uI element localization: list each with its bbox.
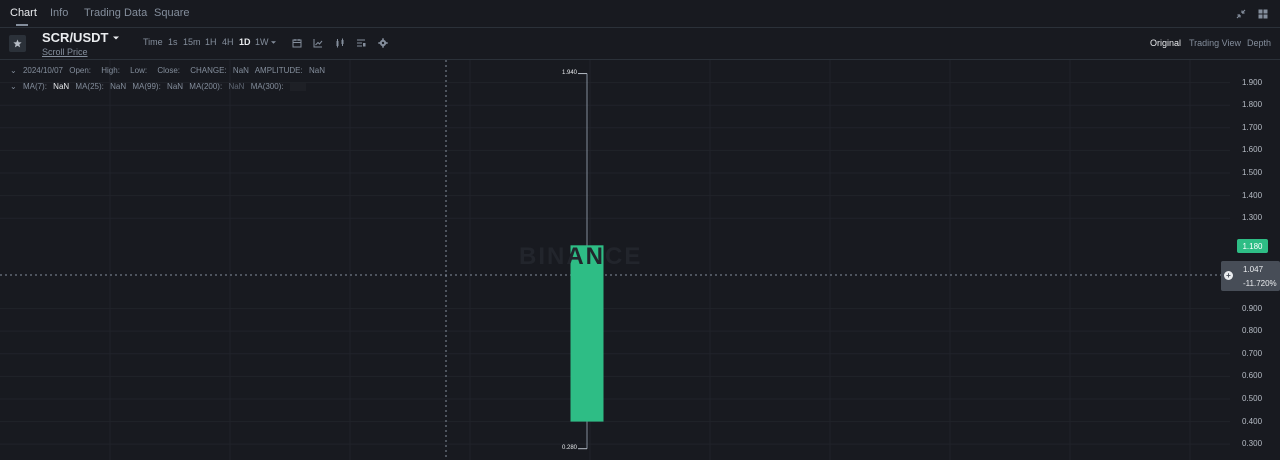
timeframe-dropdown-icon[interactable] — [270, 40, 277, 45]
symbol-subtitle[interactable]: Scroll Price — [42, 47, 88, 57]
tab-trading-data[interactable]: Trading Data — [84, 7, 147, 19]
timeframe-time[interactable]: Time — [143, 37, 163, 47]
active-tab-indicator — [16, 24, 28, 26]
open-label: Open: — [69, 66, 92, 75]
price-tick-label: 1.500 — [1242, 167, 1263, 177]
timeframe-1s[interactable]: 1s — [168, 37, 178, 47]
chevron-down-icon[interactable]: ⌄ — [10, 82, 17, 91]
amplitude-value: NaN — [308, 66, 325, 75]
ma7-label: MA(7): — [22, 82, 47, 91]
chevron-down-icon[interactable] — [112, 35, 120, 41]
view-trading-view[interactable]: Trading View — [1189, 38, 1241, 48]
ma-info-line: ⌄ MA(7): NaN MA(25): NaN MA(99): NaN MA(… — [10, 82, 310, 91]
price-tick-label: 1.900 — [1242, 77, 1263, 87]
price-tick-label: 0.300 — [1242, 439, 1263, 449]
indicators-icon[interactable] — [335, 38, 345, 48]
chevron-down-icon[interactable]: ⌄ — [10, 66, 17, 75]
price-tick-label: 1.700 — [1242, 122, 1263, 132]
watermark-logo: BINANCE — [519, 243, 643, 270]
symbol-pair[interactable]: SCR/USDT — [42, 30, 108, 45]
ma7-value: NaN — [53, 82, 70, 91]
candle-date: 2024/10/07 — [22, 66, 63, 75]
ma300-value-box — [289, 82, 306, 91]
timeframe-1h[interactable]: 1H — [205, 37, 217, 47]
ma300-label: MA(300): — [250, 82, 284, 91]
chart-type-icon[interactable] — [313, 38, 323, 48]
ma99-label: MA(99): — [132, 82, 161, 91]
low-label: Low: — [130, 66, 148, 75]
crosshair-change: -11.720% — [1243, 279, 1277, 288]
change-value: NaN — [232, 66, 249, 75]
close-label: Close: — [157, 66, 180, 75]
crosshair-price: 1.047 — [1243, 265, 1264, 274]
current-price-badge: 1.180 — [1237, 239, 1268, 253]
favorite-button[interactable] — [9, 35, 26, 52]
ohlc-info-line: ⌄ 2024/10/07 Open: High: Low: Close: CHA… — [10, 66, 329, 75]
tab-info[interactable]: Info — [50, 7, 68, 19]
candle-high-label: 1.940 — [562, 69, 578, 76]
star-icon — [13, 39, 22, 48]
amplitude-label: AMPLITUDE: — [254, 66, 303, 75]
ma200-value: NaN — [228, 82, 245, 91]
change-label: CHANGE: — [190, 66, 227, 75]
chart-toolbar: SCR/USDT Scroll Price Time 1s 15m 1H 4H … — [0, 28, 1280, 60]
price-tick-label: 0.700 — [1242, 348, 1263, 358]
candle-low-label: 0.280 — [562, 444, 578, 451]
collapse-icon[interactable] — [1236, 9, 1246, 19]
view-depth[interactable]: Depth — [1247, 38, 1271, 48]
add-alert-button[interactable]: + — [1224, 271, 1233, 280]
timeframe-1d[interactable]: 1D — [239, 37, 251, 47]
timeframe-15m[interactable]: 15m — [183, 37, 201, 47]
price-tick-label: 0.600 — [1242, 371, 1263, 381]
timeframe-4h[interactable]: 4H — [222, 37, 234, 47]
high-label: High: — [101, 66, 120, 75]
tab-square[interactable]: Square — [154, 7, 189, 19]
ma99-value: NaN — [167, 82, 184, 91]
gear-icon[interactable] — [378, 38, 388, 48]
ma25-value: NaN — [110, 82, 127, 91]
grid-layout-icon[interactable] — [1258, 9, 1268, 19]
top-tab-bar: Chart Info Trading Data Square — [0, 0, 1280, 28]
calendar-icon[interactable] — [292, 38, 302, 48]
ma200-label: MA(200): — [189, 82, 223, 91]
price-tick-label: 1.300 — [1242, 213, 1263, 223]
price-tick-label: 1.400 — [1242, 190, 1263, 200]
price-tick-label: 1.800 — [1242, 100, 1263, 110]
view-original[interactable]: Original — [1150, 38, 1181, 48]
ma25-label: MA(25): — [75, 82, 104, 91]
tab-chart[interactable]: Chart — [10, 7, 37, 19]
price-tick-label: 0.900 — [1242, 303, 1263, 313]
price-tick-label: 1.600 — [1242, 145, 1263, 155]
price-tick-label: 0.400 — [1242, 416, 1263, 426]
price-tick-label: 0.800 — [1242, 326, 1263, 336]
settings-list-icon[interactable] — [356, 38, 366, 48]
price-tick-label: 0.500 — [1242, 393, 1263, 403]
timeframe-1w[interactable]: 1W — [255, 37, 269, 47]
candle-body — [570, 245, 604, 422]
